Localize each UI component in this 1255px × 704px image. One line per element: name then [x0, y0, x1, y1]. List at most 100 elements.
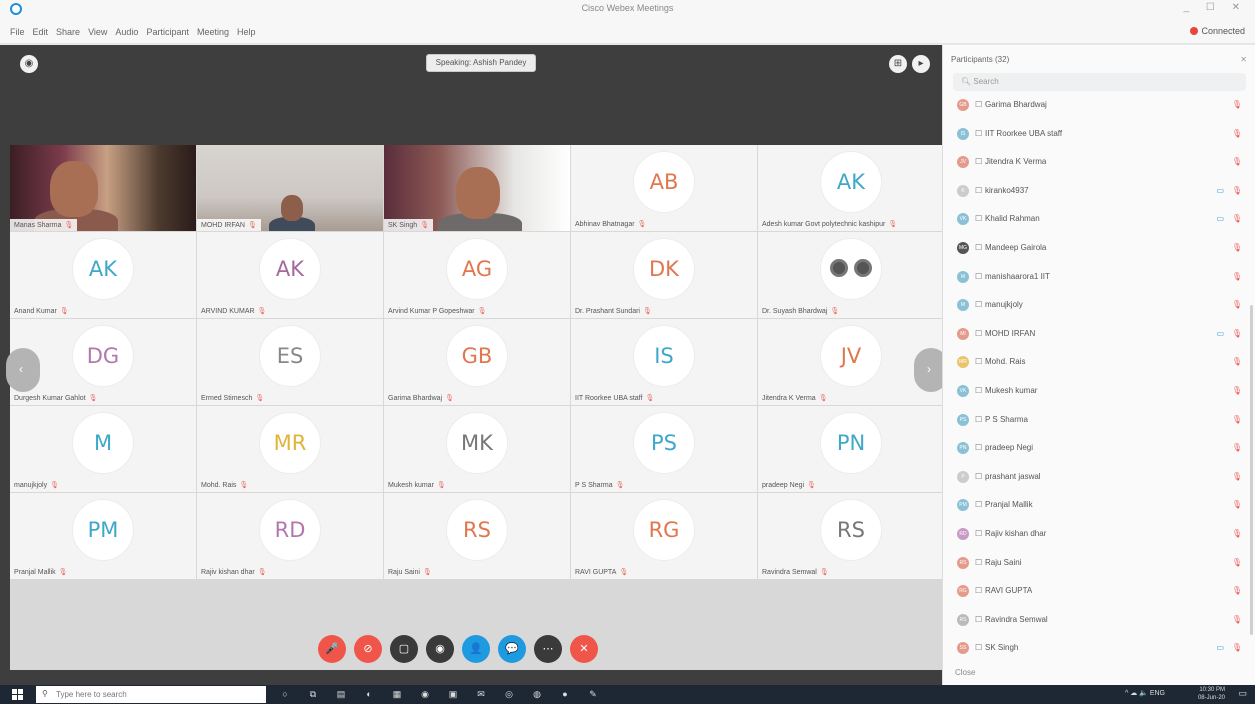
menu-item-file[interactable]: File	[10, 27, 25, 37]
pen-icon[interactable]: ✎	[588, 688, 598, 700]
microphone-muted-icon[interactable]: 🎙︎	[1232, 186, 1242, 195]
participant-tile[interactable]: RG RAVI GUPTA 🎙︎	[571, 493, 757, 579]
microphone-muted-icon[interactable]: 🎙︎	[1232, 157, 1242, 166]
leave-button[interactable]: ✕	[570, 635, 598, 663]
participant-tile[interactable]: PN pradeep Negi 🎙︎	[758, 406, 944, 492]
participant-tile[interactable]: PM Pranjal Mallik 🎙︎	[10, 493, 196, 579]
menu-item-view[interactable]: View	[88, 27, 107, 37]
windows-start-icon[interactable]	[12, 689, 23, 700]
microphone-muted-icon[interactable]: 🎙︎	[1232, 214, 1242, 223]
cortana-icon[interactable]: ○	[280, 688, 290, 700]
menu-item-share[interactable]: Share	[56, 27, 80, 37]
microphone-muted-icon[interactable]: 🎙︎	[1232, 386, 1242, 395]
participant-tile[interactable]: Dr. Suyash Bhardwaj 🎙︎	[758, 232, 944, 318]
microphone-muted-icon[interactable]: 🎙︎	[1232, 586, 1242, 595]
participant-row[interactable]: K ☐ kiranko4937 ▭ 🎙︎	[943, 177, 1255, 206]
participant-row[interactable]: M ☐ manishaarora1 IIT 🎙︎	[943, 263, 1255, 292]
participant-tile[interactable]: Manas Sharma 🎙︎	[10, 145, 196, 231]
menu-item-participant[interactable]: Participant	[146, 27, 189, 37]
participant-tile[interactable]: SK Singh 🎙︎	[384, 145, 570, 231]
participant-tile[interactable]: RD Rajiv kishan dhar 🎙︎	[197, 493, 383, 579]
file-explorer-icon[interactable]: ▤	[336, 688, 346, 700]
window-controls[interactable]: _ ☐ ✕	[1184, 2, 1247, 13]
fullscreen-icon[interactable]: ▸	[912, 55, 930, 73]
chrome-icon[interactable]: ◎	[504, 688, 514, 700]
panel-close-icon[interactable]: ✕	[1240, 55, 1247, 64]
panel-footer-close[interactable]: Close	[955, 668, 975, 677]
chat-button[interactable]: 💬	[498, 635, 526, 663]
microphone-muted-icon[interactable]: 🎙︎	[1232, 415, 1242, 424]
menu-item-audio[interactable]: Audio	[115, 27, 138, 37]
participant-tile[interactable]: IS IIT Roorkee UBA staff 🎙︎	[571, 319, 757, 405]
notification-icon[interactable]: ▭	[1238, 688, 1247, 699]
participant-row[interactable]: RS ☐ Ravindra Semwal 🎙︎	[943, 606, 1255, 635]
microphone-muted-icon[interactable]: 🎙︎	[1232, 272, 1242, 281]
participant-tile[interactable]: AB Abhinav Bhatnagar 🎙︎	[571, 145, 757, 231]
participants-title[interactable]: Participants (32)	[951, 55, 1009, 64]
participant-row[interactable]: PS ☐ P S Sharma 🎙︎	[943, 406, 1255, 435]
microphone-muted-icon[interactable]: 🎙︎	[1232, 100, 1242, 109]
participant-tile[interactable]: Mmanujkjoly 🎙︎	[10, 406, 196, 492]
microphone-muted-icon[interactable]: 🎙︎	[1232, 529, 1242, 538]
participant-tile[interactable]: MR Mohd. Rais 🎙︎	[197, 406, 383, 492]
stop-video-button[interactable]: ⊘	[354, 635, 382, 663]
grid-prev-button[interactable]: ‹	[6, 348, 40, 392]
participant-row[interactable]: VK ☐ Khalid Rahman ▭ 🎙︎	[943, 205, 1255, 234]
participant-tile[interactable]: DK Dr. Prashant Sundari 🎙︎	[571, 232, 757, 318]
participant-row[interactable]: RD ☐ Rajiv kishan dhar 🎙︎	[943, 520, 1255, 549]
participant-row[interactable]: MR ☐ Mohd. Rais 🎙︎	[943, 348, 1255, 377]
menu-item-edit[interactable]: Edit	[33, 27, 49, 37]
microphone-muted-icon[interactable]: 🎙︎	[1232, 615, 1242, 624]
participant-tile[interactable]: AK Anand Kumar 🎙︎	[10, 232, 196, 318]
taskbar-search-input[interactable]: ⚲ Type here to search	[36, 686, 266, 703]
participant-tile[interactable]: ES Ermed Stimesch 🎙︎	[197, 319, 383, 405]
participant-tile[interactable]: AG Arvind Kumar P Gopeshwar 🎙︎	[384, 232, 570, 318]
microphone-muted-icon[interactable]: 🎙︎	[1232, 500, 1242, 509]
participants-button[interactable]: 👤	[462, 635, 490, 663]
participant-row[interactable]: M ☐ manujkjoly 🎙︎	[943, 291, 1255, 320]
microphone-muted-icon[interactable]: 🎙︎	[1232, 558, 1242, 567]
participant-row[interactable]: RS ☐ Raju Saini 🎙︎	[943, 549, 1255, 578]
participant-row[interactable]: P ☐ prashant jaswal 🎙︎	[943, 463, 1255, 492]
microphone-muted-icon[interactable]: 🎙︎	[1232, 300, 1242, 309]
participant-tile[interactable]: MOHD IRFAN 🎙︎	[197, 145, 383, 231]
webex-taskbar-icon[interactable]: ●	[560, 688, 570, 700]
calculator-icon[interactable]: ▦	[392, 688, 402, 700]
participant-row[interactable]: VK ☐ Mukesh kumar 🎙︎	[943, 377, 1255, 406]
mute-button[interactable]: 🎤	[318, 635, 346, 663]
participant-tile[interactable]: MK Mukesh kumar 🎙︎	[384, 406, 570, 492]
microphone-muted-icon[interactable]: 🎙︎	[1232, 472, 1242, 481]
share-button[interactable]: ▢	[390, 635, 418, 663]
system-tray[interactable]: ^ ☁ 🔈 ENG	[1125, 689, 1165, 697]
record-button[interactable]: ◉	[426, 635, 454, 663]
participant-tile[interactable]: PS P S Sharma 🎙︎	[571, 406, 757, 492]
participant-row[interactable]: PN ☐ pradeep Negi 🎙︎	[943, 434, 1255, 463]
menu-item-meeting[interactable]: Meeting	[197, 27, 229, 37]
microphone-muted-icon[interactable]: 🎙︎	[1232, 129, 1242, 138]
taskbar-clock[interactable]: 10:30 PM 08-Jun-20	[1198, 686, 1225, 702]
layout-toggle-icon[interactable]: ⊞	[889, 55, 907, 73]
mail-icon[interactable]: ✉	[476, 688, 486, 700]
excel-icon[interactable]: ▣	[448, 688, 458, 700]
microphone-muted-icon[interactable]: 🎙︎	[1232, 329, 1242, 338]
participant-tile[interactable]: AK ARVIND KUMAR 🎙︎	[197, 232, 383, 318]
participant-search-input[interactable]: 🔍︎ Search	[953, 73, 1246, 91]
participant-row[interactable]: SS ☐ SK Singh ▭ 🎙︎	[943, 634, 1255, 663]
microphone-muted-icon[interactable]: 🎙︎	[1232, 643, 1242, 652]
task-view-icon[interactable]: ⧉	[308, 688, 318, 700]
menu-item-help[interactable]: Help	[237, 27, 256, 37]
participant-row[interactable]: PM ☐ Pranjal Mallik 🎙︎	[943, 491, 1255, 520]
participant-tile[interactable]: GB Garima Bhardwaj 🎙︎	[384, 319, 570, 405]
participant-row[interactable]: MI ☐ MOHD IRFAN ▭ 🎙︎	[943, 320, 1255, 349]
media-icon[interactable]: ◉	[420, 688, 430, 700]
participant-row[interactable]: GB ☐ Garima Bhardwaj 🎙︎	[943, 91, 1255, 120]
participant-tile[interactable]: RS Raju Saini 🎙︎	[384, 493, 570, 579]
edge-icon[interactable]: ◐	[364, 688, 374, 700]
more-button[interactable]: ⋯	[534, 635, 562, 663]
microphone-muted-icon[interactable]: 🎙︎	[1232, 357, 1242, 366]
connection-status[interactable]: Connected	[1190, 26, 1245, 36]
microphone-muted-icon[interactable]: 🎙︎	[1232, 243, 1242, 252]
participant-row[interactable]: MG ☐ Mandeep Gairola 🎙︎	[943, 234, 1255, 263]
view-layout-icon[interactable]: ◉	[20, 55, 38, 73]
participant-row[interactable]: JV ☐ Jitendra K Verma 🎙︎	[943, 148, 1255, 177]
